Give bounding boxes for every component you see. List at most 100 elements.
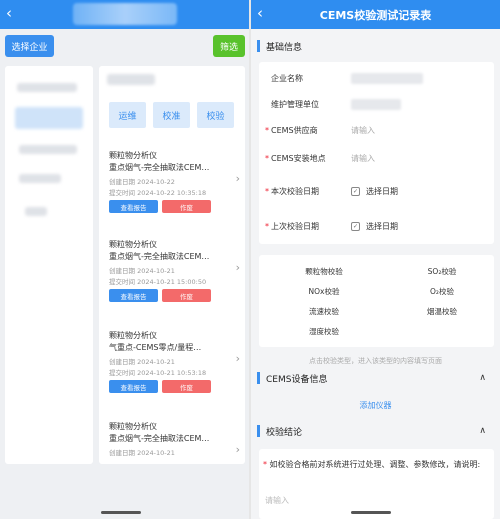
record-list-pane: 运维 校准 校验 颗粒物分析仪 重点烟气-完全抽取法CEM… 创建日期 2024… [99,66,245,464]
sidebar-item-blurred[interactable] [17,83,77,92]
section-title: CEMS设备信息 [266,374,328,385]
record-name: 颗粒物分析仪 [109,151,157,160]
record-desc: 重点烟气-完全抽取法CEM… [109,252,210,261]
check-type-particulate[interactable]: 颗粒物校验 [284,266,364,277]
chevron-right-icon[interactable]: › [236,261,240,274]
view-report-button[interactable]: 查看报告 [109,289,158,302]
view-report-button[interactable]: 查看报告 [109,200,158,213]
select-company-button[interactable]: 选择企业 [5,35,54,57]
tab-verification[interactable]: 校验 [197,102,234,128]
required-mark: * [265,222,269,231]
check-type-flow[interactable]: 流速校验 [284,306,364,317]
field-label: CEMS供应商 [271,126,318,135]
blurred-page-title [73,3,177,25]
cems-location-input[interactable]: 请输入 [351,153,375,164]
page-title: CEMS校验测试记录表 [319,9,432,22]
section-basic-info: 基础信息 [251,34,500,58]
home-indicator [351,511,391,514]
sidebar-item-blurred[interactable] [25,207,47,216]
conclusion-input[interactable]: 请输入 [265,495,289,506]
blurred-heading [107,74,155,85]
list-item[interactable]: 颗粒物分析仪 气重点-CEMS零点/量程… 创建日期 2024-10-21 提交… [109,330,240,393]
company-sidebar [5,66,93,464]
record-created-date: 创建日期 2024-10-22 [109,178,175,186]
cems-supplier-input[interactable]: 请输入 [351,125,375,136]
check-type-grid: 颗粒物校验 SO₂校验 NOx校验 O₂校验 流速校验 烟温校验 湿度校验 [259,255,494,347]
view-report-button[interactable]: 查看报告 [109,380,158,393]
back-icon[interactable]: ‹ [6,4,12,22]
current-check-date-picker[interactable]: 选择日期 [366,186,398,197]
check-type-hint: 点击校验类型，进入该类型的内容填写页面 [309,357,442,365]
sidebar-item-selected-blurred[interactable] [15,107,83,129]
field-label: 企业名称 [271,74,303,83]
record-created-date: 创建日期 2024-10-21 [109,358,175,366]
add-instrument-link[interactable]: 添加仪器 [251,400,500,411]
required-mark: * [265,126,269,135]
section-conclusion[interactable]: 校验结论 ∧ [251,419,500,443]
conclusion-card: * 如校验合格前对系统进行过处理、调整、参数修改，请说明: 请输入 [259,449,494,519]
collapse-icon[interactable]: ∧ [479,373,486,383]
calendar-icon[interactable]: ✓ [351,222,360,231]
sidebar-item-blurred[interactable] [19,174,61,183]
required-mark: * [263,460,267,469]
conclusion-question-text: 如校验合格前对系统进行过处理、调整、参数修改，请说明: [269,460,481,469]
section-accent [257,372,260,384]
filter-button[interactable]: 筛选 [213,35,245,57]
record-submitted-time: 提交时间 2024-10-21 10:53:18 [109,369,207,377]
tab-maintenance[interactable]: 运维 [109,102,146,128]
right-header: ‹ CEMS校验测试记录表 [251,0,500,29]
maintenance-unit-value-blurred [351,99,401,110]
list-item[interactable]: 颗粒物分析仪 重点烟气-完全抽取法CEM… 创建日期 2024-10-21 提交… [109,239,240,302]
field-cems-location[interactable]: * CEMS安装地点 请输入 [259,146,494,171]
calendar-icon[interactable]: ✓ [351,187,360,196]
check-type-flue-temp[interactable]: 烟温校验 [402,306,482,317]
void-button[interactable]: 作废 [162,289,211,302]
field-maintenance-unit[interactable]: 维护管理单位 [259,92,494,117]
check-type-so2[interactable]: SO₂校验 [402,266,482,277]
section-accent [257,425,260,437]
collapse-icon[interactable]: ∧ [479,426,486,436]
record-desc: 气重点-CEMS零点/量程… [109,343,202,352]
record-desc: 重点烟气-完全抽取法CEM… [109,163,210,172]
check-type-humidity[interactable]: 湿度校验 [284,326,364,337]
last-check-date-picker[interactable]: 选择日期 [366,221,398,232]
home-indicator [101,511,141,514]
record-submitted-time: 提交时间 2024-10-21 15:00:50 [109,278,207,286]
section-accent [257,40,260,52]
field-current-check-date[interactable]: * 本次校验日期 ✓ 选择日期 [259,179,494,204]
record-name: 颗粒物分析仪 [109,422,157,431]
check-type-o2[interactable]: O₂校验 [402,286,482,297]
list-item[interactable]: 颗粒物分析仪 重点烟气-完全抽取法CEM… 创建日期 2024-10-22 提交… [109,150,240,213]
record-created-date: 创建日期 2024-10-21 [109,267,175,275]
required-mark: * [265,187,269,196]
required-mark: * [265,154,269,163]
record-submitted-time: 提交时间 2024-10-22 10:35:18 [109,189,207,197]
field-company-name[interactable]: 企业名称 [259,66,494,91]
record-name: 颗粒物分析仪 [109,240,157,249]
conclusion-question: * 如校验合格前对系统进行过处理、调整、参数修改，请说明: [263,459,488,471]
field-label: CEMS安装地点 [271,154,326,163]
left-header: ‹ [0,0,249,29]
field-cems-supplier[interactable]: * CEMS供应商 请输入 [259,118,494,143]
tab-calibration[interactable]: 校准 [153,102,190,128]
record-created-date: 创建日期 2024-10-21 [109,449,175,457]
chevron-right-icon[interactable]: › [236,352,240,365]
void-button[interactable]: 作废 [162,380,211,393]
field-last-check-date[interactable]: * 上次校验日期 ✓ 选择日期 [259,214,494,239]
sidebar-item-blurred[interactable] [19,145,77,154]
left-screen: ‹ 选择企业 筛选 运维 校准 校验 颗粒物分析仪 重点烟气-完全抽取法CEM…… [0,0,249,519]
list-item[interactable]: 颗粒物分析仪 重点烟气-完全抽取法CEM… 创建日期 2024-10-21 › [109,421,240,458]
field-label: 本次校验日期 [271,187,319,196]
section-title: 基础信息 [266,42,303,53]
chevron-right-icon[interactable]: › [236,172,240,185]
record-tabs: 运维 校准 校验 [109,102,234,128]
record-desc: 重点烟气-完全抽取法CEM… [109,434,210,443]
basic-info-card: 企业名称 维护管理单位 * CEMS供应商 请输入 * CEMS安装地点 请输入… [259,62,494,244]
record-name: 颗粒物分析仪 [109,331,157,340]
void-button[interactable]: 作废 [162,200,211,213]
right-screen: ‹ CEMS校验测试记录表 基础信息 企业名称 维护管理单位 * CEMS供应商… [251,0,500,519]
chevron-right-icon[interactable]: › [236,443,240,456]
section-equipment-info[interactable]: CEMS设备信息 ∧ [251,366,500,390]
check-type-nox[interactable]: NOx校验 [284,286,364,297]
field-label: 上次校验日期 [271,222,319,231]
